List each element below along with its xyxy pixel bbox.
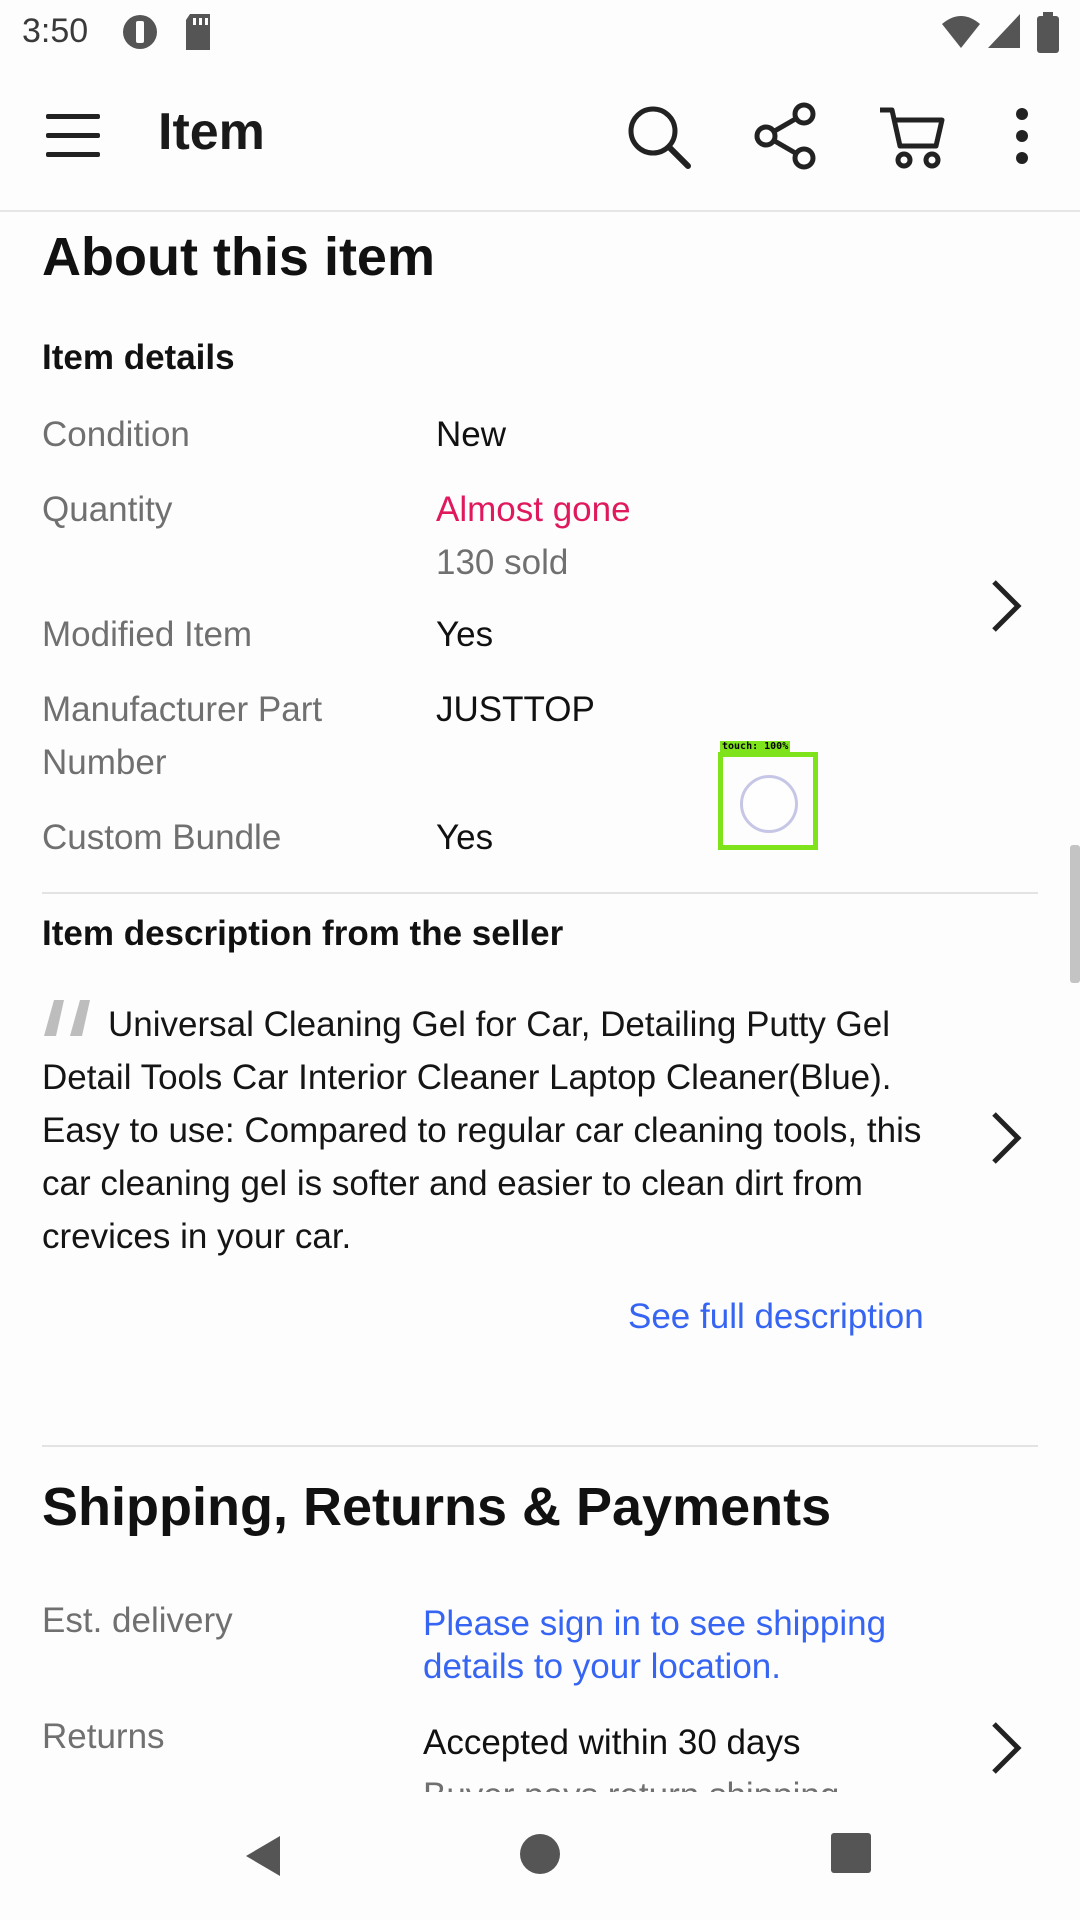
spec-value-quantity: Almost gone [436,490,631,529]
search-icon[interactable] [622,100,694,172]
more-vert-icon[interactable] [1000,100,1044,172]
shipping-label-returns: Returns [42,1717,165,1756]
spec-value-part-number: JUSTTOP [436,690,595,729]
item-content: About this item Item details Condition N… [0,212,1080,1792]
spec-label-quantity: Quantity [42,490,173,529]
shipping-value-returns: Accepted within 30 days [423,1723,801,1762]
spec-value-modified-item: Yes [436,615,494,654]
sign-in-shipping-link[interactable]: Please sign in to see shipping details t… [423,1602,983,1688]
app-bar: Item [0,64,1080,212]
chevron-right-icon[interactable] [984,578,1028,634]
recents-icon[interactable] [830,1832,872,1874]
sd-card-icon [186,14,210,50]
scroll-indicator[interactable] [1070,845,1080,983]
spec-value-custom-bundle: Yes [436,818,494,857]
cart-icon[interactable] [876,100,948,172]
spec-label-custom-bundle: Custom Bundle [42,818,282,857]
data-saver-icon [123,15,157,49]
share-icon[interactable] [750,100,822,172]
chevron-right-icon[interactable] [984,1720,1028,1776]
section-title-about: About this item [42,227,435,287]
spec-label-modified-item: Modified Item [42,615,253,654]
chevron-right-icon[interactable] [984,1110,1028,1166]
spec-value-condition: New [436,415,507,454]
touch-label: touch: 100% [720,741,791,752]
item-details-heading: Item details [42,338,235,377]
back-icon[interactable] [238,1832,286,1880]
menu-icon[interactable] [38,100,110,172]
description-heading: Item description from the seller [42,914,564,953]
spec-label-part-number: Manufacturer Part Number [42,690,323,782]
divider [42,892,1038,894]
status-bar: 3:50 [0,0,1080,64]
shipping-subvalue-returns: Buyer pays return shipping [423,1769,839,1792]
page-title: Item [158,103,265,161]
screen: 3:50 Item About this item Item details C… [0,0,1080,1920]
battery-icon [1037,12,1059,53]
divider [42,1445,1038,1447]
touch-indicator [740,775,798,833]
section-title-shipping: Shipping, Returns & Payments [42,1477,832,1537]
spec-label-condition: Condition [42,415,190,454]
home-icon[interactable] [518,1832,562,1876]
spec-subvalue-quantity: 130 sold [436,543,569,582]
quote-icon [44,1000,90,1036]
item-description[interactable]: Universal Cleaning Gel for Car, Detailin… [42,998,972,1263]
status-time: 3:50 [22,12,89,50]
description-text: Universal Cleaning Gel for Car, Detailin… [42,1005,922,1256]
wifi-icon [942,16,980,48]
navigation-bar [0,1792,1080,1920]
shipping-label-delivery: Est. delivery [42,1601,233,1640]
signal-icon [988,14,1020,48]
see-full-description-link[interactable]: See full description [628,1290,924,1343]
